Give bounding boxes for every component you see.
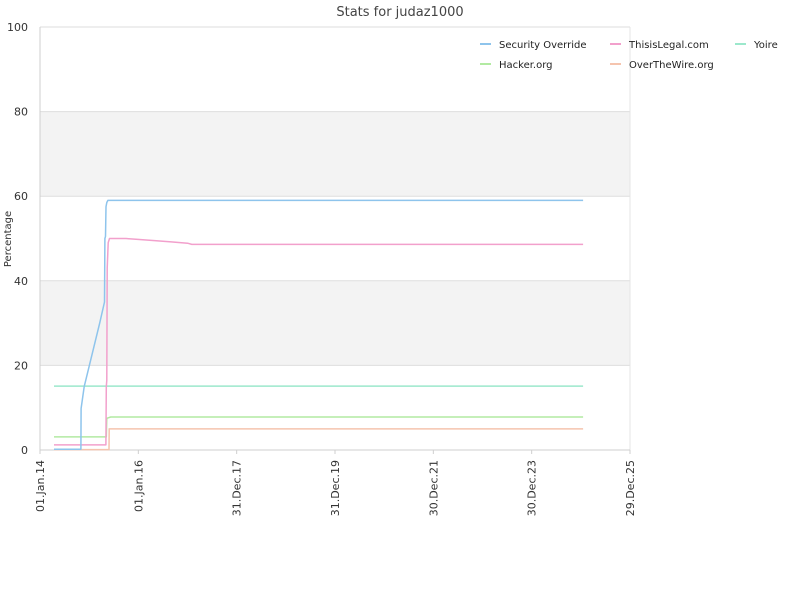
series-line-hacker-org (54, 416, 584, 438)
legend-label: OverTheWire.org (629, 60, 714, 71)
y-axis-label: Percentage (3, 211, 14, 267)
x-tick-label: 31.Dec.17 (231, 460, 244, 516)
legend: Security Override ThisisLegal.com Yoire Hac… (480, 40, 778, 71)
y-tick-label: 40 (14, 275, 28, 288)
series-line-overthewire-org (54, 428, 584, 451)
axes (39, 27, 631, 454)
y-tick-label: 0 (21, 444, 28, 457)
line-chart: 01.Jan.14 01.Jan.16 31.Dec.17 31.Dec.19 30.D… (3, 5, 778, 516)
grid-band (40, 111, 630, 197)
x-tick-label: 01.Jan.14 (34, 460, 47, 512)
y-tick-label: 80 (14, 106, 28, 119)
y-tick-label: 100 (7, 21, 28, 34)
x-tick-label: 30.Dec.21 (427, 460, 440, 516)
x-tick-label: 29.Dec.25 (624, 460, 637, 516)
legend-label: Hacker.org (499, 60, 553, 71)
x-tick-label: 30.Dec.23 (526, 460, 539, 516)
legend-label: ThisisLegal.com (628, 40, 709, 51)
chart-title: Stats for judaz1000 (336, 5, 463, 20)
y-tick-label: 20 (14, 359, 28, 372)
x-tick-label: 31.Dec.19 (329, 460, 342, 516)
x-tick-labels: 01.Jan.14 01.Jan.16 31.Dec.17 31.Dec.19 30.D… (34, 460, 637, 516)
legend-label: Security Override (499, 40, 587, 51)
y-tick-label: 60 (14, 190, 28, 203)
legend-label: Yoire (753, 40, 778, 51)
grid-band (40, 280, 630, 366)
x-tick-label: 01.Jan.16 (132, 460, 145, 512)
